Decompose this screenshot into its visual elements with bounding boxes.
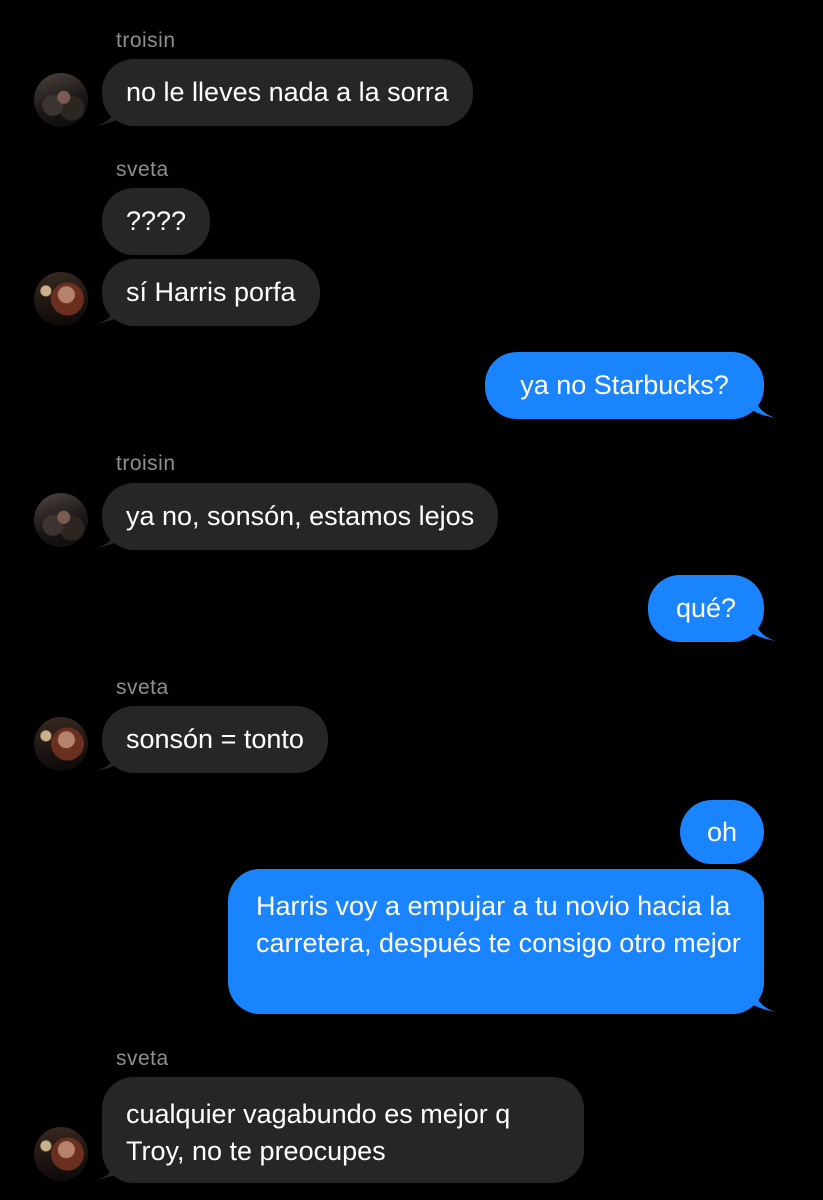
avatar-sveta-icon[interactable] [34, 717, 88, 771]
message-bubble[interactable]: cualquier vagabundo es mejor q Troy, no … [102, 1077, 584, 1183]
message-text: Harris voy a empujar a tu novio hacia la… [256, 891, 741, 958]
sender-name-troisin: troisin [116, 29, 176, 52]
message-bubble[interactable]: sonsón = tonto [102, 706, 328, 773]
message-text: oh [706, 816, 738, 847]
message-bubble[interactable]: sí Harris porfa [102, 259, 320, 326]
message-text: ???? [126, 206, 187, 236]
message-text: cualquier vagabundo es mejor q Troy, no … [126, 1099, 511, 1166]
avatar-sveta-icon[interactable] [34, 1127, 88, 1181]
message-bubble[interactable]: oh [680, 800, 764, 864]
message-text: ya no, sonsón, estamos lejos [126, 501, 475, 531]
message-text: qué? [675, 593, 737, 623]
avatar-sveta-icon[interactable] [34, 272, 88, 326]
message-text: no le lleves nada a la sorra [126, 77, 449, 107]
message-text: sonsón = tonto [126, 724, 304, 754]
message-bubble[interactable]: ya no, sonsón, estamos lejos [102, 483, 499, 550]
message-bubble[interactable]: ya no Starbucks? [485, 352, 764, 419]
avatar-troisin-icon[interactable] [34, 493, 88, 547]
avatar-troisin-icon[interactable] [34, 73, 88, 127]
message-bubble[interactable]: qué? [648, 575, 764, 642]
message-bubble[interactable]: no le lleves nada a la sorra [102, 59, 473, 126]
message-bubble[interactable]: Harris voy a empujar a tu novio hacia la… [228, 869, 764, 1014]
sender-name-sveta: sveta [116, 676, 169, 699]
sender-name-sveta: sveta [116, 158, 169, 181]
sender-name-sveta: sveta [116, 1047, 169, 1070]
message-text: sí Harris porfa [126, 277, 296, 307]
message-bubble[interactable]: ???? [102, 188, 211, 255]
message-text: ya no Starbucks? [520, 370, 729, 400]
sender-name-troisin: troisin [116, 452, 176, 475]
